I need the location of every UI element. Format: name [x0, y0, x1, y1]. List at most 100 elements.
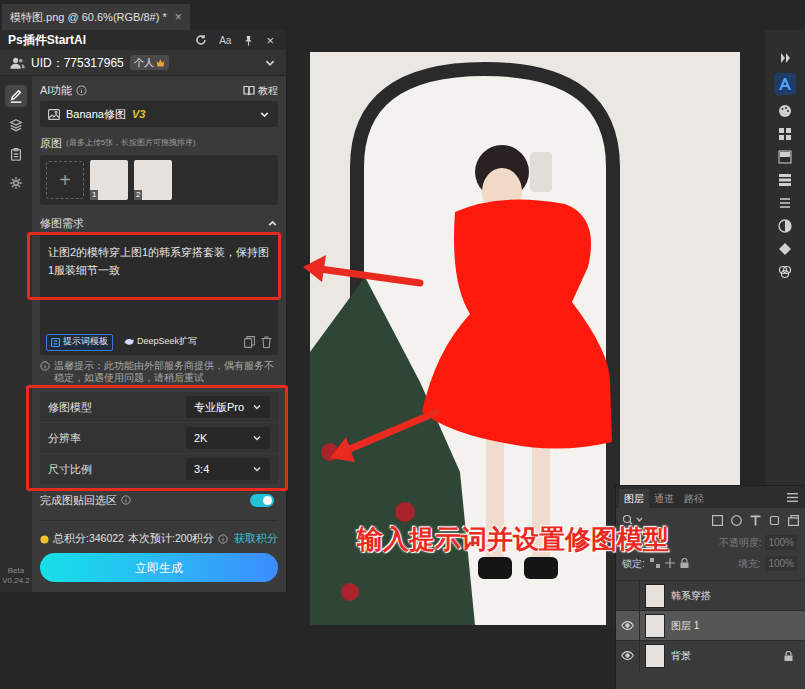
side-tab[interactable]: [5, 114, 27, 136]
info-icon[interactable]: [76, 85, 87, 96]
generate-label: 立即生成: [135, 559, 183, 577]
generate-button[interactable]: 立即生成: [40, 553, 278, 582]
document-title: 模特图.png @ 60.6%(RGB/8#) *: [10, 9, 167, 26]
libraries-icon[interactable]: [778, 242, 792, 256]
annotation-box-prompt: [27, 232, 281, 300]
setting-select[interactable]: 3:4: [186, 458, 270, 480]
swatches-icon[interactable]: [778, 127, 792, 141]
panel-title: Ps插件StartAI: [8, 31, 86, 49]
paste-back-toggle[interactable]: [250, 494, 274, 507]
layer-filter-row: [616, 508, 805, 532]
source-thumbnail[interactable]: 1: [90, 160, 128, 200]
filter-type-icon[interactable]: [750, 515, 761, 526]
close-tab-button[interactable]: ×: [175, 8, 182, 26]
filter-adjustment-icon[interactable]: [731, 515, 742, 526]
gradient-icon[interactable]: [778, 150, 792, 164]
panel-body: Beta V0.24.2 AI功能 教程 Bana: [0, 76, 286, 592]
properties-icon[interactable]: [778, 196, 792, 210]
paste-back-row: 完成图贴回选区: [40, 490, 278, 510]
startai-logo-icon[interactable]: [774, 73, 796, 95]
expand-button[interactable]: DeepSeek扩写: [119, 334, 202, 351]
side-tab[interactable]: [5, 172, 27, 194]
lock-position-icon[interactable]: [665, 558, 675, 568]
eye-icon: [621, 651, 634, 660]
panel-content: AI功能 教程 Banana修图 V3 原图 (最多上传5张，: [32, 76, 286, 592]
font-size-button[interactable]: Aa: [219, 33, 231, 48]
image-icon: [48, 109, 60, 120]
channels-icon[interactable]: [778, 265, 792, 279]
fill-field[interactable]: 100%: [765, 556, 797, 571]
chevron-down-icon: [259, 109, 270, 120]
panel-menu-icon[interactable]: [787, 493, 798, 502]
version-number: V0.24.2: [2, 576, 30, 586]
visibility-toggle[interactable]: [616, 581, 640, 611]
layer-row[interactable]: 图层 1: [616, 610, 805, 640]
opacity-row: 不透明度: 100%: [616, 532, 805, 552]
expand-panels-icon[interactable]: [779, 52, 791, 64]
source-thumbnail[interactable]: 2: [134, 160, 172, 200]
lock-pixels-icon[interactable]: [650, 558, 660, 568]
copy-icon[interactable]: [244, 336, 255, 348]
setting-select[interactable]: 专业版Pro: [186, 396, 270, 418]
user-icon: [10, 57, 25, 69]
lock-all-icon[interactable]: [680, 558, 689, 568]
ai-function-row: AI功能 教程: [40, 80, 278, 100]
button-label: DeepSeek扩写: [137, 335, 197, 349]
template-button[interactable]: 提示词模板: [46, 334, 113, 351]
template-icon: [51, 338, 60, 347]
layer-list: 韩系穿搭图层 1背景: [616, 580, 805, 670]
trash-icon[interactable]: [261, 336, 272, 348]
request-header[interactable]: 修图需求: [40, 213, 278, 233]
button-label: 提示词模板: [63, 335, 108, 349]
add-image-button[interactable]: +: [46, 161, 84, 199]
annotation-text: 输入提示词并设置修图模型: [357, 524, 669, 554]
layer-row[interactable]: 韩系穿搭: [616, 580, 805, 610]
account-row: UID：775317965 个人: [0, 50, 286, 76]
document-tab[interactable]: 模特图.png @ 60.6%(RGB/8#) * ×: [2, 4, 190, 30]
add-image-label: +: [59, 170, 71, 190]
filter-kind-icon[interactable]: [622, 514, 644, 526]
get-points-link[interactable]: 获取积分: [234, 531, 278, 547]
visibility-toggle[interactable]: [616, 641, 640, 671]
document-tab-bar: 模特图.png @ 60.6%(RGB/8#) * ×: [0, 0, 805, 30]
patterns-icon[interactable]: [778, 173, 792, 187]
setting-label: 尺寸比例: [48, 461, 92, 478]
setting-value: 专业版Pro: [194, 399, 244, 416]
tutorial-link[interactable]: 教程: [243, 83, 278, 98]
expand-account-icon[interactable]: [264, 57, 276, 69]
prompt-textarea[interactable]: 让图2的模特穿上图1的韩系穿搭套装，保持图1服装细节一致: [40, 233, 278, 329]
lock-row: 锁定: 填充: 100%: [616, 552, 805, 574]
side-tabs: [5, 85, 27, 194]
setting-select[interactable]: 2K: [186, 427, 270, 449]
side-tab[interactable]: [5, 85, 27, 107]
tutorial-label: 教程: [258, 83, 278, 98]
refresh-icon[interactable]: [195, 34, 207, 46]
thumbnail-number: 2: [134, 190, 142, 200]
palette-icon[interactable]: [778, 104, 792, 118]
divider: [40, 520, 278, 521]
layers-tab[interactable]: 路径: [679, 489, 709, 508]
chevron-down-icon: [252, 433, 262, 443]
function-select[interactable]: Banana修图 V3: [40, 101, 278, 127]
side-tab[interactable]: [5, 143, 27, 165]
filter-pixel-icon[interactable]: [712, 515, 723, 526]
opacity-field[interactable]: 100%: [765, 535, 797, 550]
filter-shape-icon[interactable]: [769, 515, 780, 526]
settings-list: 修图模型专业版Pro分辨率2K尺寸比例3:4: [40, 392, 278, 484]
prompt-toolbar: 提示词模板 DeepSeek扩写: [40, 329, 278, 355]
annotation-arrows: [0, 0, 805, 689]
visibility-toggle[interactable]: [616, 611, 640, 641]
filter-smart-icon[interactable]: [788, 515, 799, 526]
pin-icon[interactable]: [243, 35, 254, 46]
layers-tab[interactable]: 图层: [619, 489, 649, 508]
info-icon[interactable]: [218, 534, 228, 544]
fill-label: 填充:: [738, 556, 761, 571]
info-icon[interactable]: [121, 495, 131, 505]
setting-row: 尺寸比例 3:4: [40, 454, 278, 484]
layers-tab[interactable]: 通道: [649, 489, 679, 508]
version-channel: Beta: [8, 566, 24, 576]
pencil-icon: [9, 89, 23, 103]
close-panel-button[interactable]: ×: [266, 34, 274, 47]
adjustments-icon[interactable]: [778, 219, 792, 233]
layer-row[interactable]: 背景: [616, 640, 805, 670]
